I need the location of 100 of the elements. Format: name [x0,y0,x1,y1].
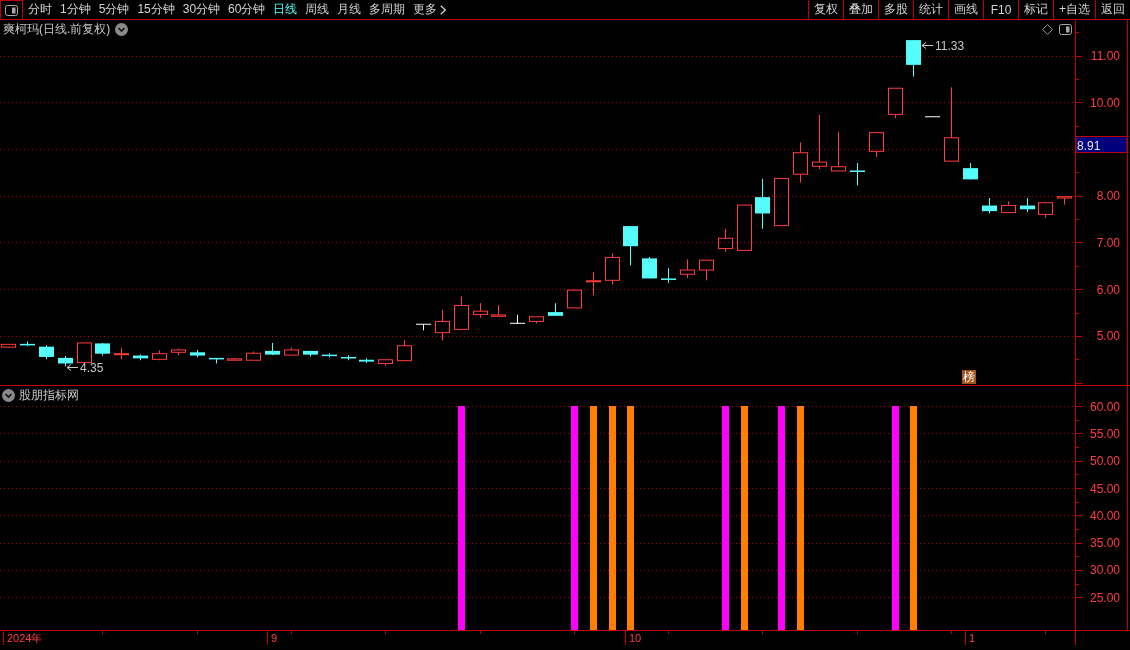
axis-label: 10.00 [1089,95,1120,110]
date-label: 2024年 [7,632,43,644]
candle [190,349,205,358]
doji-candle [510,314,525,324]
candle [303,350,318,357]
sidebar-toggle-button[interactable] [0,0,23,19]
period-tab[interactable]: 分时 [24,0,56,19]
date-label: 10 [629,632,642,644]
axis-label: 45.00 [1089,481,1120,496]
candle [718,228,733,253]
candle [284,347,299,356]
candle [906,39,921,78]
period-tab[interactable]: 月线 [333,0,366,19]
candle [114,347,129,360]
candle [95,342,110,357]
panel-icon[interactable] [1059,24,1072,35]
axis-label: 60.00 [1089,399,1120,414]
candle [265,342,280,356]
period-tab[interactable]: 日线 [269,0,302,19]
candle [869,131,884,158]
candle [793,141,808,184]
candle [20,341,35,347]
period-tab[interactable]: 15分钟 [133,0,179,19]
candle [812,114,827,170]
candle [359,357,374,364]
axis-label: 40.00 [1089,508,1120,523]
indicator-title: 股朋指标网 [19,388,79,402]
candle [322,352,337,358]
toolbar-button[interactable]: 叠加 [843,0,878,19]
rank-badge[interactable]: 榜 [962,370,976,384]
candle [246,350,261,361]
candle [850,162,865,186]
candle [1001,200,1016,214]
candle [378,358,393,367]
period-tab[interactable]: 周线 [301,0,334,19]
doji-candle [416,323,431,331]
candle [831,131,846,172]
candle [171,348,186,356]
candle [548,302,563,317]
toolbar-button[interactable]: 统计 [913,0,948,19]
toolbar-button[interactable]: 返回 [1095,0,1130,19]
period-tab[interactable]: 5分钟 [94,0,134,19]
axis-label: 7.00 [1096,235,1120,250]
toolbar-button[interactable]: 画线 [948,0,983,19]
candle [473,302,488,319]
axis-label: 55.00 [1089,427,1120,441]
more-menu[interactable]: 更多 [409,0,451,19]
candle [963,162,978,180]
candle [737,204,752,251]
candle [1020,197,1035,213]
candle [755,178,770,230]
candle [567,289,582,309]
period-tab[interactable]: 1分钟 [56,0,95,19]
toolbar-button[interactable]: 多股 [878,0,913,19]
candle [680,258,695,279]
arrow-icon [921,42,934,49]
toolbar-button[interactable]: F10 [983,0,1018,19]
axis-label: 8.00 [1096,189,1120,204]
candle [209,357,224,364]
candle [152,349,167,361]
extreme-price-label: 11.33 [935,39,965,53]
candle [341,354,356,361]
toolbar-button[interactable]: +自选 [1053,0,1095,19]
chart-title: 爽柯玛(日线.前复权) [3,22,111,36]
period-tab[interactable]: 多周期 [365,0,410,19]
candle [982,197,997,214]
period-tab[interactable]: 60分钟 [224,0,270,19]
candle [133,354,148,361]
axis-label: 30.00 [1089,563,1120,578]
period-tab[interactable]: 30分钟 [178,0,225,19]
dropdown-icon[interactable] [115,22,129,36]
axis-label: 50.00 [1089,454,1120,469]
axis-label: 25.00 [1089,590,1120,605]
candle [774,177,789,227]
candle [623,225,638,266]
candle [491,304,506,317]
candle [529,316,544,324]
candle [1057,196,1072,206]
arrow-icon [66,364,79,371]
toolbar-button[interactable]: 标记 [1018,0,1053,19]
axis-label: 6.00 [1096,282,1120,297]
toolbar-button[interactable]: 复权 [808,0,843,19]
price-tag: 8.91 [1075,136,1128,153]
date-label: 9 [271,632,278,644]
diamond-icon[interactable] [1042,24,1053,35]
candle [39,344,54,360]
date-label: 1 [969,632,976,644]
candle [586,271,601,296]
candle [605,252,620,285]
axis-label: 11.00 [1090,49,1120,63]
candle [397,339,412,362]
candle [58,355,73,367]
axis-label: 35.00 [1089,536,1120,551]
candle [227,357,242,361]
candle [435,309,450,342]
candle [699,259,714,281]
dropdown-icon[interactable] [2,388,15,402]
candle [661,267,676,284]
candle [77,342,92,364]
candle [642,256,657,279]
